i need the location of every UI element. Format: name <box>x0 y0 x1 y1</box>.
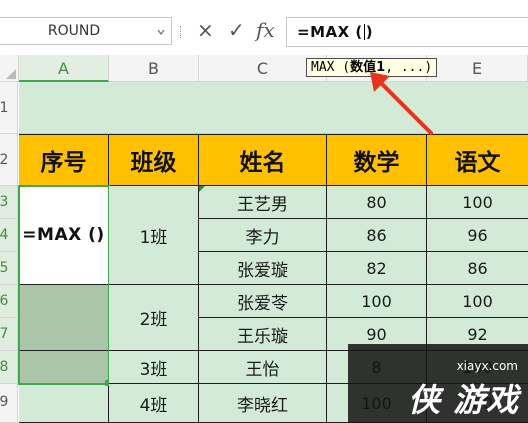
column-header-e[interactable]: E <box>427 55 528 82</box>
watermark: xiayx.com 侠 游戏 <box>348 344 528 423</box>
formula-bar: ROUND × ✓ fx =MAX () <box>0 0 528 55</box>
header-cell-class[interactable]: 班级 <box>109 135 199 186</box>
class-cell-4[interactable]: 4班 <box>109 384 199 423</box>
red-arrow-icon <box>370 72 433 135</box>
insert-function-icon[interactable]: fx <box>256 18 275 46</box>
comment-marker-icon <box>199 186 205 192</box>
header-cell-name[interactable]: 姓名 <box>199 135 327 186</box>
selected-cell-a6[interactable] <box>19 285 109 351</box>
class-cell-1[interactable]: 1班 <box>109 186 199 285</box>
row-number: 3 <box>0 194 9 210</box>
row-number: 8 <box>0 359 9 375</box>
row-header-7[interactable]: 7 <box>0 318 18 351</box>
name-cell[interactable]: 张爱苓 <box>199 285 327 318</box>
math-cell[interactable]: 80 <box>327 186 427 219</box>
header-cell-index[interactable]: 序号 <box>19 135 109 186</box>
text-cursor <box>363 24 365 40</box>
watermark-logo: 侠 游戏 <box>408 381 520 419</box>
name-cell[interactable]: 王艺男 <box>199 186 327 219</box>
formula-text-before-cursor: =MAX ( <box>297 23 363 41</box>
row-header-3[interactable]: 3 <box>0 186 18 219</box>
row-header-8[interactable]: 8 <box>0 351 18 384</box>
tooltip-function-name: MAX <box>311 60 335 75</box>
selected-cell-a8[interactable] <box>19 351 109 384</box>
column-header-b[interactable]: B <box>109 55 199 82</box>
chinese-cell[interactable]: 100 <box>427 285 528 318</box>
name-cell[interactable]: 李力 <box>199 219 327 252</box>
formula-input[interactable]: =MAX () <box>286 17 528 47</box>
header-cell-chinese[interactable]: 语文 <box>427 135 528 186</box>
chinese-cell[interactable]: 96 <box>427 219 528 252</box>
row-header-1[interactable]: 1 <box>0 82 18 134</box>
formula-bar-separator <box>180 26 182 38</box>
chinese-cell[interactable]: 100 <box>427 186 528 219</box>
enter-icon[interactable]: ✓ <box>228 18 245 46</box>
column-header-a[interactable]: A <box>19 55 109 82</box>
row-number: 1 <box>0 100 9 116</box>
row-header-2[interactable]: 2 <box>0 134 18 186</box>
name-box-value: ROUND <box>47 23 101 39</box>
cell-a9[interactable] <box>19 384 109 423</box>
name-cell[interactable]: 张爱璇 <box>199 252 327 285</box>
row-number: 2 <box>0 152 9 168</box>
row-number: 6 <box>0 293 9 309</box>
tooltip-args-open: ( <box>334 60 351 75</box>
math-cell[interactable]: 100 <box>327 285 427 318</box>
watermark-url: xiayx.com <box>456 359 518 373</box>
name-box[interactable]: ROUND <box>0 17 172 45</box>
active-cell-a3[interactable]: =MAX () <box>19 186 109 285</box>
chinese-cell[interactable]: 86 <box>427 252 528 285</box>
row-header-9[interactable]: 9 <box>0 384 18 423</box>
name-cell[interactable]: 王怡 <box>199 351 327 384</box>
row-header-4[interactable]: 4 <box>0 219 18 252</box>
chevron-down-icon[interactable] <box>157 28 165 36</box>
header-cell-math[interactable]: 数学 <box>327 135 427 186</box>
row-header-6[interactable]: 6 <box>0 285 18 318</box>
row-number: 7 <box>0 326 9 342</box>
math-cell[interactable]: 86 <box>327 219 427 252</box>
row-number: 5 <box>0 260 9 276</box>
formula-text: =MAX () <box>297 23 373 41</box>
name-cell[interactable]: 王乐璇 <box>199 318 327 351</box>
row-header-5[interactable]: 5 <box>0 252 18 285</box>
formula-text-after-cursor: ) <box>365 23 374 41</box>
name-cell[interactable]: 李晓红 <box>199 384 327 423</box>
cancel-icon[interactable]: × <box>197 18 214 46</box>
row-number: 9 <box>0 394 9 410</box>
class-cell-3[interactable]: 3班 <box>109 351 199 384</box>
row-number: 4 <box>0 227 9 243</box>
empty-row-1[interactable] <box>19 82 528 134</box>
select-all-corner[interactable] <box>0 55 19 82</box>
class-cell-2[interactable]: 2班 <box>109 285 199 351</box>
math-cell[interactable]: 82 <box>327 252 427 285</box>
select-all-triangle-icon <box>6 69 16 79</box>
